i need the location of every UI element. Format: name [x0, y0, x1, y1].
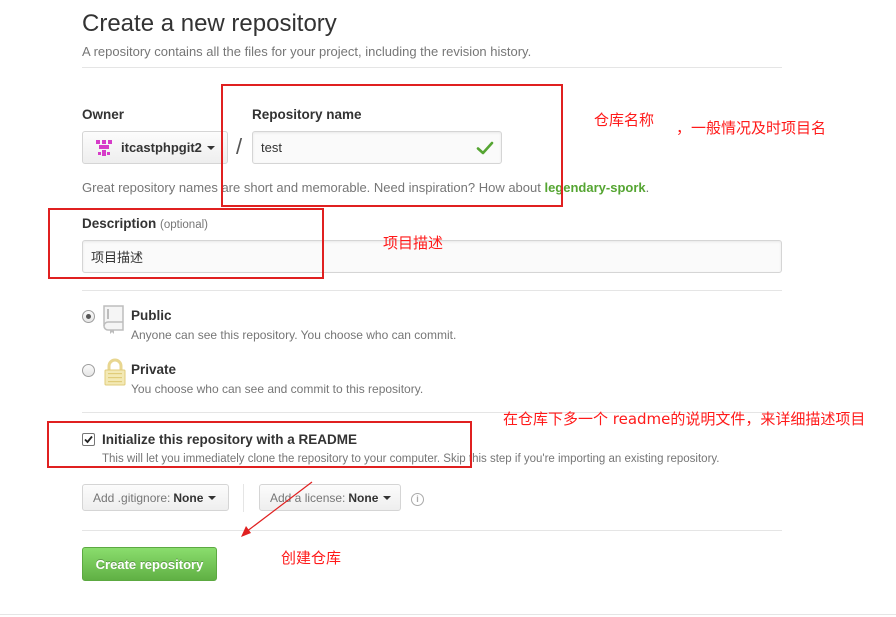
license-dropdown[interactable]: Add a license: None: [259, 484, 401, 511]
annotation-repo-name-note: ，一般情况及时项目名: [676, 119, 827, 137]
private-radio[interactable]: [82, 364, 95, 377]
annotation-box-description: [48, 208, 324, 279]
public-label: Public: [131, 308, 172, 323]
annotation-box-readme: [47, 421, 472, 468]
divider: [82, 530, 782, 531]
chevron-down-icon: [208, 495, 217, 500]
private-label: Private: [131, 362, 177, 377]
footer-divider: [0, 614, 896, 615]
info-icon[interactable]: i: [411, 493, 424, 506]
public-radio[interactable]: [82, 310, 95, 323]
owner-avatar-icon: [95, 139, 113, 157]
owner-label: Owner: [82, 107, 125, 122]
page-subtitle: A repository contains all the files for …: [82, 44, 532, 59]
owner-dropdown[interactable]: itcastphpgit2: [82, 131, 228, 164]
book-icon: [101, 304, 127, 339]
private-description: You choose who can see and commit to thi…: [131, 382, 424, 396]
gitignore-label: Add .gitignore:: [93, 490, 171, 505]
gitignore-dropdown[interactable]: Add .gitignore: None: [82, 484, 229, 511]
create-repository-button[interactable]: Create repository: [82, 547, 217, 581]
gitignore-value: None: [173, 490, 204, 505]
annotation-description: 项目描述: [383, 234, 444, 252]
owner-value: itcastphpgit2: [121, 140, 202, 155]
hint-period: .: [645, 180, 650, 195]
annotation-repo-name: 仓库名称: [594, 111, 655, 129]
annotation-box-repo-name: [221, 84, 563, 207]
lock-icon: [103, 357, 127, 392]
annotation-create: 创建仓库: [281, 549, 342, 567]
annotation-readme: 在仓库下多一个 readme的说明文件，来详细描述项目: [503, 410, 866, 428]
chevron-down-icon: [206, 145, 215, 150]
public-description: Anyone can see this repository. You choo…: [131, 328, 457, 342]
divider: [82, 290, 782, 291]
page-title: Create a new repository: [82, 10, 337, 37]
chevron-down-icon: [383, 495, 392, 500]
license-label: Add a license:: [270, 490, 346, 505]
divider: [82, 67, 782, 68]
vertical-divider: [243, 484, 244, 512]
license-value: None: [348, 490, 379, 505]
